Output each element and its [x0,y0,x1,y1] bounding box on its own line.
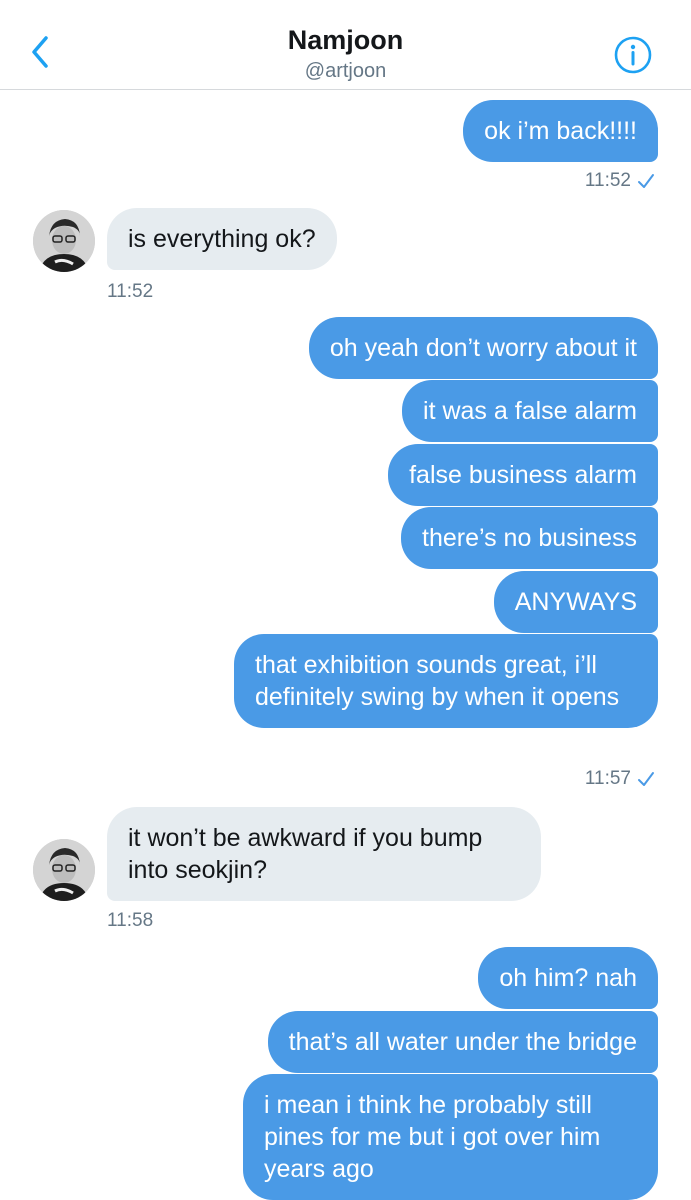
incoming-message[interactable]: is everything ok? [107,208,337,270]
checkmark-icon [638,772,654,786]
conversation-info-button[interactable] [612,34,654,76]
contact-avatar[interactable] [33,839,95,901]
contact-name: Namjoon [287,25,404,55]
outgoing-message[interactable]: ok i’m back!!!! [463,100,658,162]
message-timestamp: 11:52 [107,281,154,302]
outgoing-message[interactable]: oh him? nah [478,947,658,1009]
outgoing-message[interactable]: ANYWAYS [493,571,658,633]
outgoing-message[interactable]: oh yeah don’t worry about it [308,317,658,379]
outgoing-message[interactable]: there’s no business [401,507,658,569]
outgoing-message[interactable]: that’s all water under the bridge [267,1011,658,1073]
message-timestamp: 11:58 [107,910,154,931]
outgoing-message[interactable]: false business alarm [388,444,658,506]
avatar-image [33,210,95,272]
incoming-message[interactable]: it won’t be awkward if you bump into seo… [107,807,541,901]
outgoing-message[interactable]: that exhibition sounds great, i’ll defin… [234,634,658,728]
message-timestamp: 11:52 [585,169,655,193]
contact-handle: @artjoon [304,60,387,82]
message-timestamp: 11:57 [585,767,655,791]
timestamp-text: 11:52 [584,170,631,191]
conversation-title[interactable]: Namjoon @artjoon [0,22,691,84]
avatar-image [33,839,95,901]
dm-conversation-screen: Namjoon @artjoon ok i’m back!!!! 11:52 i… [0,0,691,1200]
contact-avatar[interactable] [33,210,95,272]
info-circle-icon [614,36,652,74]
checkmark-icon [638,174,654,188]
outgoing-message[interactable]: it was a false alarm [402,380,658,442]
timestamp-text: 11:57 [584,768,631,789]
outgoing-message[interactable]: i mean i think he probably still pines f… [243,1074,658,1200]
conversation-header: Namjoon @artjoon [0,0,691,90]
